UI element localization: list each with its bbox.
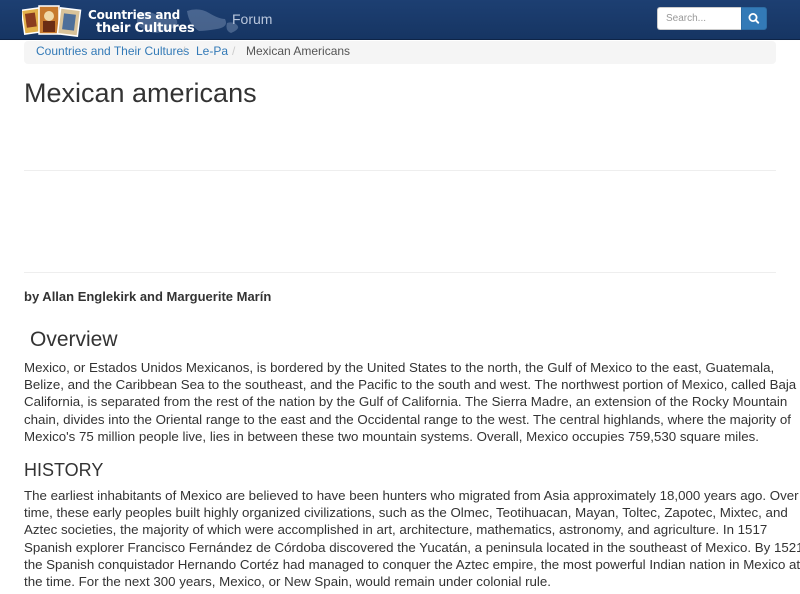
breadcrumb-separator: / <box>232 44 236 58</box>
search-input[interactable] <box>657 7 741 30</box>
breadcrumb-item-countries[interactable]: Countries and Their Cultures <box>36 41 189 62</box>
logo-text-line2: their Cultures <box>96 21 195 36</box>
paragraph-line: the Spanish conquistador Hernando Cortéz… <box>24 556 800 572</box>
paragraph-line: chain, divides into the Oriental range t… <box>24 411 791 427</box>
breadcrumb-link-le-pa[interactable]: Le-Pa <box>196 44 228 58</box>
breadcrumb-item-current: Mexican Americans <box>246 44 351 58</box>
search-form <box>657 7 767 30</box>
search-button[interactable] <box>741 7 767 30</box>
site-logo-text: Countries and their Cultures <box>88 8 208 36</box>
logo-photo-collage-icon <box>22 5 82 37</box>
section-heading-overview: Overview <box>30 328 118 351</box>
paragraph-line: time, these early peoples built highly o… <box>24 505 788 521</box>
paragraph-line: Mexico's 75 million people live, lies in… <box>24 428 759 444</box>
site-logo[interactable]: Countries and their Cultures <box>22 3 239 39</box>
paragraph-line: California, is separated from the rest o… <box>24 394 788 410</box>
overview-paragraph: Mexico, or Estados Unidos Mexicanos, is … <box>24 359 797 445</box>
paragraph-line: Mexico, or Estados Unidos Mexicanos, is … <box>24 360 775 375</box>
breadcrumb: Countries and Their Cultures / Le-Pa / M… <box>24 41 776 64</box>
top-navbar: Countries and their Cultures Forum <box>0 0 800 40</box>
paragraph-line: Belize, and the Caribbean Sea to the sou… <box>24 377 797 393</box>
history-paragraph: The earliest inhabitants of Mexico are b… <box>24 487 800 590</box>
paragraph-line: The earliest inhabitants of Mexico are b… <box>24 488 799 503</box>
search-icon <box>748 13 760 24</box>
breadcrumb-item-le-pa[interactable]: Le-Pa <box>196 41 228 62</box>
divider <box>24 272 776 273</box>
divider <box>24 170 776 171</box>
paragraph-line: Spanish explorer Francisco Fernández de … <box>24 539 800 555</box>
page-title: Mexican americans <box>24 78 257 108</box>
nav-link-forum[interactable]: Forum <box>232 11 272 27</box>
paragraph-line: the time. For the next 300 years, Mexico… <box>24 574 551 590</box>
logo-text-line1: Countries and <box>88 8 180 22</box>
paragraph-line: Aztec societies, the majority of which w… <box>24 522 768 538</box>
article-byline: by Allan Englekirk and Marguerite Marín <box>24 289 272 304</box>
breadcrumb-separator: / <box>182 44 186 58</box>
breadcrumb-link-countries[interactable]: Countries and Their Cultures <box>36 44 189 58</box>
section-heading-history: HISTORY <box>24 460 104 480</box>
